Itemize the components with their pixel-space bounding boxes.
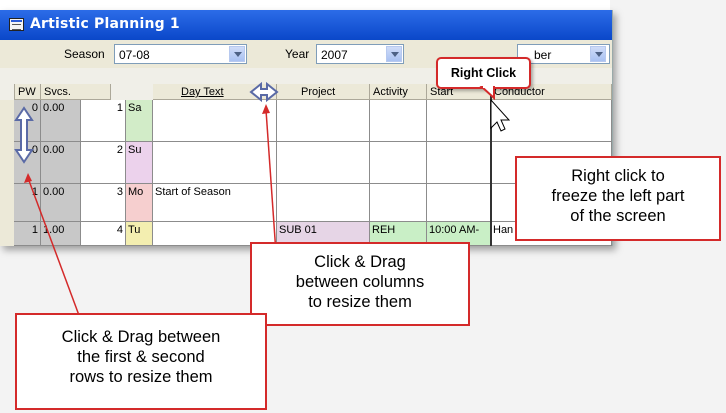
column-resize-callout: Click & Drag between columns to resize t… [250, 242, 470, 326]
callout-line: freeze the left part [551, 187, 685, 205]
freeze-callout: Right click to freeze the left part of t… [515, 156, 721, 241]
callout-line: between columns [295, 273, 425, 291]
callout-line: Right click to [571, 167, 665, 185]
mouse-pointer-icon [490, 98, 511, 132]
callout-line: rows to resize them [69, 368, 213, 386]
callout-line: Click & Drag [314, 253, 406, 271]
right-click-bubble: Right Click [436, 57, 531, 89]
callout-line: the first & second [77, 348, 205, 366]
callout-line: to resize them [308, 293, 412, 311]
row-resize-arrow-icon [14, 106, 34, 164]
row-resize-callout: Click & Drag between the first & second … [15, 313, 267, 410]
callout-line: of the screen [570, 207, 666, 225]
callout-line: Click & Drag between [61, 328, 221, 346]
callout-leader-lines [24, 104, 279, 319]
column-resize-arrow-icon [249, 81, 279, 103]
